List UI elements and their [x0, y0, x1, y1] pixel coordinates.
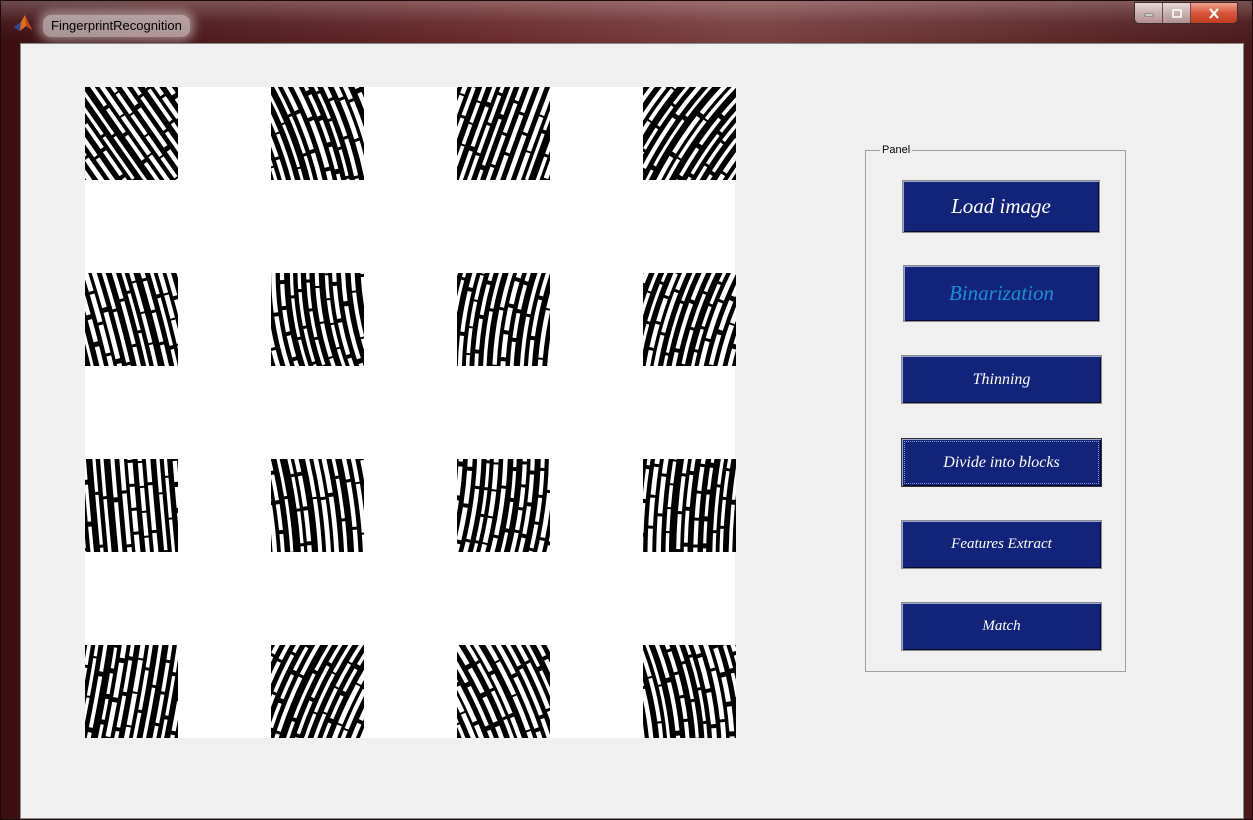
- fingerprint-block-3-1: [85, 459, 178, 552]
- match-button[interactable]: Match: [901, 602, 1102, 651]
- app-window: FingerprintRecognition Panel Load image …: [0, 0, 1253, 820]
- thinning-button[interactable]: Thinning: [901, 355, 1102, 404]
- fingerprint-block-2-4: [643, 273, 736, 366]
- figure-client-area: Panel Load image Binarization Thinning D…: [20, 43, 1244, 819]
- minimize-button[interactable]: [1135, 3, 1163, 23]
- fingerprint-block-4-4: [643, 645, 736, 738]
- minimize-icon: [1144, 13, 1153, 17]
- fingerprint-block-4-1: [85, 645, 178, 738]
- fingerprint-block-4-2: [271, 645, 364, 738]
- maximize-button[interactable]: [1163, 3, 1191, 23]
- load-image-button[interactable]: Load image: [902, 180, 1100, 233]
- binarization-button[interactable]: Binarization: [903, 265, 1100, 322]
- control-panel: Panel Load image Binarization Thinning D…: [865, 142, 1126, 672]
- fingerprint-blocks-axes: [85, 87, 736, 738]
- window-controls: [1134, 2, 1238, 24]
- fingerprint-block-2-3: [457, 273, 550, 366]
- fingerprint-block-2-2: [271, 273, 364, 366]
- divide-into-blocks-button[interactable]: Divide into blocks: [901, 438, 1102, 487]
- close-button[interactable]: [1191, 3, 1237, 23]
- close-icon: [1209, 7, 1219, 19]
- fingerprint-block-2-1: [85, 273, 178, 366]
- fingerprint-block-3-2: [271, 459, 364, 552]
- fingerprint-block-1-4: [643, 87, 736, 180]
- fingerprint-block-3-4: [643, 459, 736, 552]
- fingerprint-block-1-3: [457, 87, 550, 180]
- fingerprint-block-4-3: [457, 645, 550, 738]
- fingerprint-block-1-1: [85, 87, 178, 180]
- window-title: FingerprintRecognition: [43, 15, 190, 37]
- fingerprint-block-3-3: [457, 459, 550, 552]
- fingerprint-block-1-2: [271, 87, 364, 180]
- maximize-icon: [1171, 8, 1182, 18]
- title-bar[interactable]: FingerprintRecognition: [1, 1, 1252, 43]
- panel-title: Panel: [880, 142, 913, 158]
- matlab-icon: [14, 15, 32, 31]
- features-extract-button[interactable]: Features Extract: [901, 520, 1102, 569]
